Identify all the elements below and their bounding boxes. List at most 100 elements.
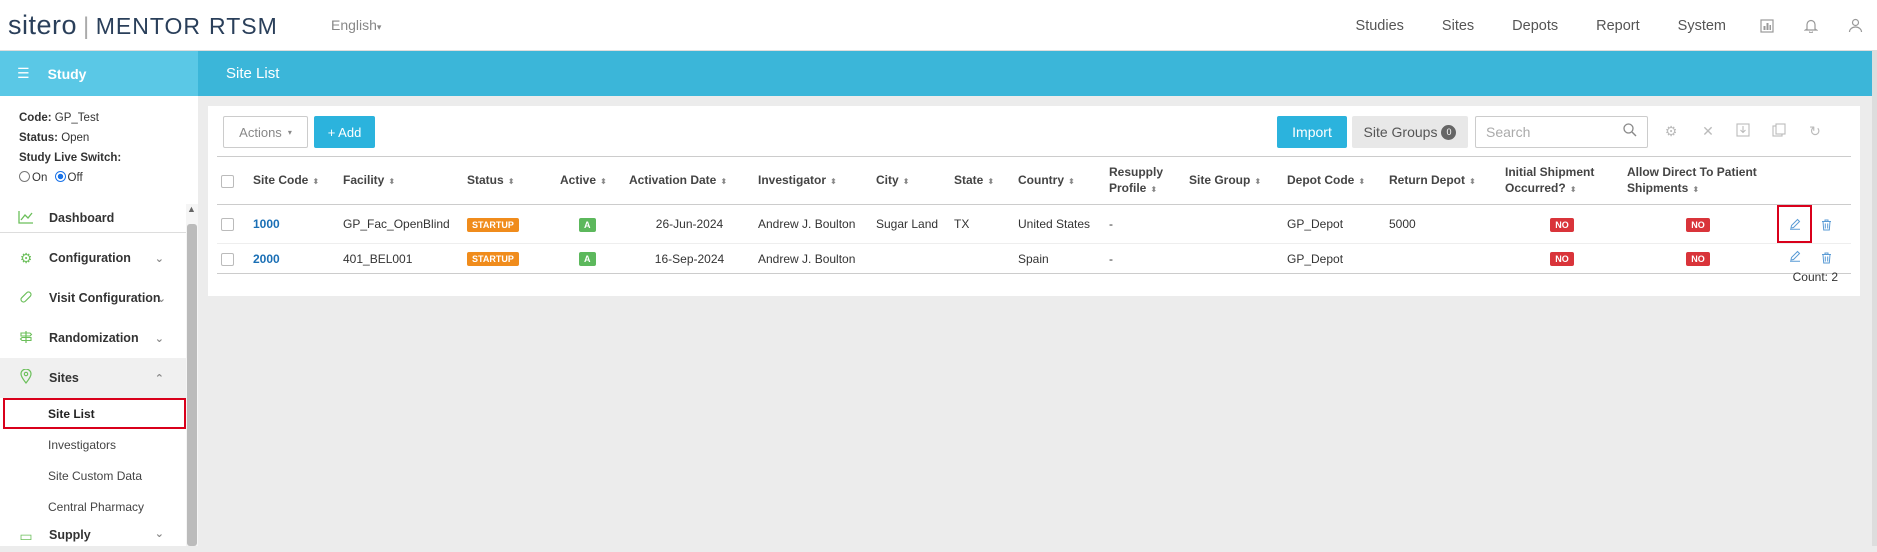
hamburger-icon[interactable]: ☰ — [17, 65, 30, 82]
return-depot-cell: 5000 — [1385, 204, 1501, 244]
chevron-down-icon: ⌄ — [154, 252, 164, 265]
direct-to-patient-badge: NO — [1686, 217, 1710, 232]
page-header: Site List — [198, 51, 1872, 96]
nav-depots[interactable]: Depots — [1512, 18, 1558, 34]
col-depot-code[interactable]: Depot Code ⬍ — [1283, 156, 1385, 205]
search-icon[interactable] — [1623, 123, 1637, 140]
sidebar-subitem-central-pharmacy[interactable]: Central Pharmacy — [0, 491, 186, 522]
bell-icon[interactable] — [1789, 18, 1833, 33]
download-icon[interactable] — [1733, 123, 1753, 140]
status-badge: STARTUP — [467, 252, 519, 266]
search-input[interactable]: Search — [1475, 116, 1648, 148]
col-investigator[interactable]: Investigator ⬍ — [754, 156, 872, 205]
user-icon[interactable] — [1833, 18, 1877, 33]
sidebar-item-label: Visit Configuration — [49, 291, 161, 305]
toolbar: Actions ▾ + Add Import Site Groups 0 Searc… — [223, 116, 1845, 148]
import-button[interactable]: Import — [1277, 116, 1347, 148]
country-cell: Spain — [1014, 243, 1105, 274]
facility-cell: 401_BEL001 — [339, 243, 463, 274]
on-label: On — [32, 172, 48, 184]
row-checkbox[interactable] — [221, 218, 234, 232]
live-on-radio[interactable] — [19, 171, 30, 182]
live-switch-label: Study Live Switch: — [19, 152, 122, 164]
sidebar-item-supply[interactable]: ▭ Supply ⌄ — [0, 522, 186, 552]
col-site-group[interactable]: Site Group ⬍ — [1185, 156, 1283, 205]
site-group-cell — [1185, 204, 1283, 244]
language-select[interactable]: English▾ — [331, 17, 381, 33]
activation-date-cell: 26-Jun-2024 — [625, 204, 754, 244]
col-active[interactable]: Active ⬍ — [556, 156, 625, 205]
row-checkbox[interactable] — [221, 252, 234, 266]
sidebar-menu: Dashboard ⚙ Configuration ⌄ Visit Config… — [0, 198, 186, 552]
site-table: Site Code ⬍ Facility ⬍ Status ⬍ Active ⬍ Act… — [217, 156, 1851, 274]
nav-studies[interactable]: Studies — [1356, 18, 1404, 34]
trash-icon[interactable] — [1821, 252, 1832, 267]
sidebar-title: Study — [47, 65, 87, 82]
settings-gear-icon[interactable]: ⚙ — [1661, 123, 1681, 140]
sidebar-item-visit-configuration[interactable]: Visit Configuration ⌄ — [0, 278, 186, 318]
sidebar-item-sites[interactable]: Sites ⌃ — [0, 358, 186, 398]
report-chart-icon[interactable] — [1745, 18, 1789, 33]
map-pin-icon — [17, 368, 35, 387]
edit-icon[interactable] — [1777, 205, 1812, 243]
refresh-icon[interactable]: ↻ — [1805, 123, 1825, 140]
nav-system[interactable]: System — [1678, 18, 1726, 34]
col-resupply-profile[interactable]: Resupply Profile ⬍ — [1105, 156, 1185, 205]
sidebar-scrollbar-thumb[interactable] — [187, 224, 197, 546]
clear-filter-icon[interactable]: ✕ — [1698, 123, 1718, 140]
study-code: GP_Test — [54, 112, 99, 124]
page-title: Site List — [226, 65, 280, 82]
country-cell: United States — [1014, 204, 1105, 244]
pill-icon — [17, 290, 35, 307]
actions-dropdown[interactable]: Actions ▾ — [223, 116, 308, 148]
col-state[interactable]: State ⬍ — [950, 156, 1014, 205]
col-activation-date[interactable]: Activation Date ⬍ — [625, 156, 754, 205]
col-initial-shipment[interactable]: Initial Shipment Occurred? ⬍ — [1501, 156, 1623, 205]
site-code-link[interactable]: 2000 — [253, 252, 280, 266]
sidebar-subitem-investigators[interactable]: Investigators — [0, 429, 186, 460]
trash-icon[interactable] — [1821, 219, 1832, 234]
chevron-down-icon: ⌄ — [154, 528, 164, 540]
sidebar-item-randomization[interactable]: Randomization ⌄ — [0, 318, 186, 358]
edit-icon[interactable] — [1777, 250, 1812, 265]
scroll-up-arrow-icon[interactable]: ▲ — [187, 204, 196, 214]
add-site-button[interactable]: + Add — [314, 116, 375, 148]
resupply-cell: - — [1105, 204, 1185, 244]
col-city[interactable]: City ⬍ — [872, 156, 950, 205]
depot-code-cell: GP_Depot — [1283, 243, 1385, 274]
table-row: 1000 GP_Fac_OpenBlind STARTUP A 26-Jun-2… — [217, 204, 1851, 244]
site-groups-button[interactable]: Site Groups 0 — [1352, 116, 1468, 148]
return-depot-cell — [1385, 243, 1501, 274]
site-code-link[interactable]: 1000 — [253, 217, 280, 231]
chevron-down-icon: ⌄ — [156, 292, 166, 305]
resupply-cell: - — [1105, 243, 1185, 274]
truck-icon: ▭ — [19, 528, 33, 544]
state-cell: TX — [950, 204, 1014, 244]
sidebar-item-label: Randomization — [49, 331, 139, 345]
nav-sites[interactable]: Sites — [1442, 18, 1474, 34]
direct-to-patient-badge: NO — [1686, 252, 1710, 266]
study-status: Open — [61, 132, 90, 144]
col-facility[interactable]: Facility ⬍ — [339, 156, 463, 205]
sidebar-header: ☰ Study — [0, 51, 198, 96]
select-all-checkbox[interactable] — [221, 174, 234, 188]
chevron-down-icon: ⌄ — [154, 332, 164, 345]
col-direct-to-patient[interactable]: Allow Direct To Patient Shipments ⬍ — [1623, 156, 1773, 205]
sidebar-item-label: Configuration — [49, 251, 131, 265]
depot-code-cell: GP_Depot — [1283, 204, 1385, 244]
sidebar-item-dashboard[interactable]: Dashboard — [0, 198, 186, 238]
nav-report[interactable]: Report — [1596, 18, 1640, 34]
sidebar-item-label: Dashboard — [49, 211, 115, 225]
col-status[interactable]: Status ⬍ — [463, 156, 556, 205]
sidebar-subitem-site-custom-data[interactable]: Site Custom Data — [0, 460, 186, 491]
col-return-depot[interactable]: Return Depot ⬍ — [1385, 156, 1501, 205]
sidebar-item-configuration[interactable]: ⚙ Configuration ⌄ — [0, 238, 186, 278]
right-scrollbar[interactable] — [1872, 51, 1877, 546]
live-off-radio[interactable] — [54, 171, 66, 182]
col-site-code[interactable]: Site Code ⬍ — [249, 156, 339, 205]
sidebar-subitem-site-list[interactable]: Site List — [3, 398, 186, 429]
site-list-panel: Actions ▾ + Add Import Site Groups 0 Searc… — [208, 106, 1860, 296]
copy-icon[interactable] — [1769, 123, 1789, 140]
col-country[interactable]: Country ⬍ — [1014, 156, 1105, 205]
logo-brand: sitero — [8, 10, 78, 40]
